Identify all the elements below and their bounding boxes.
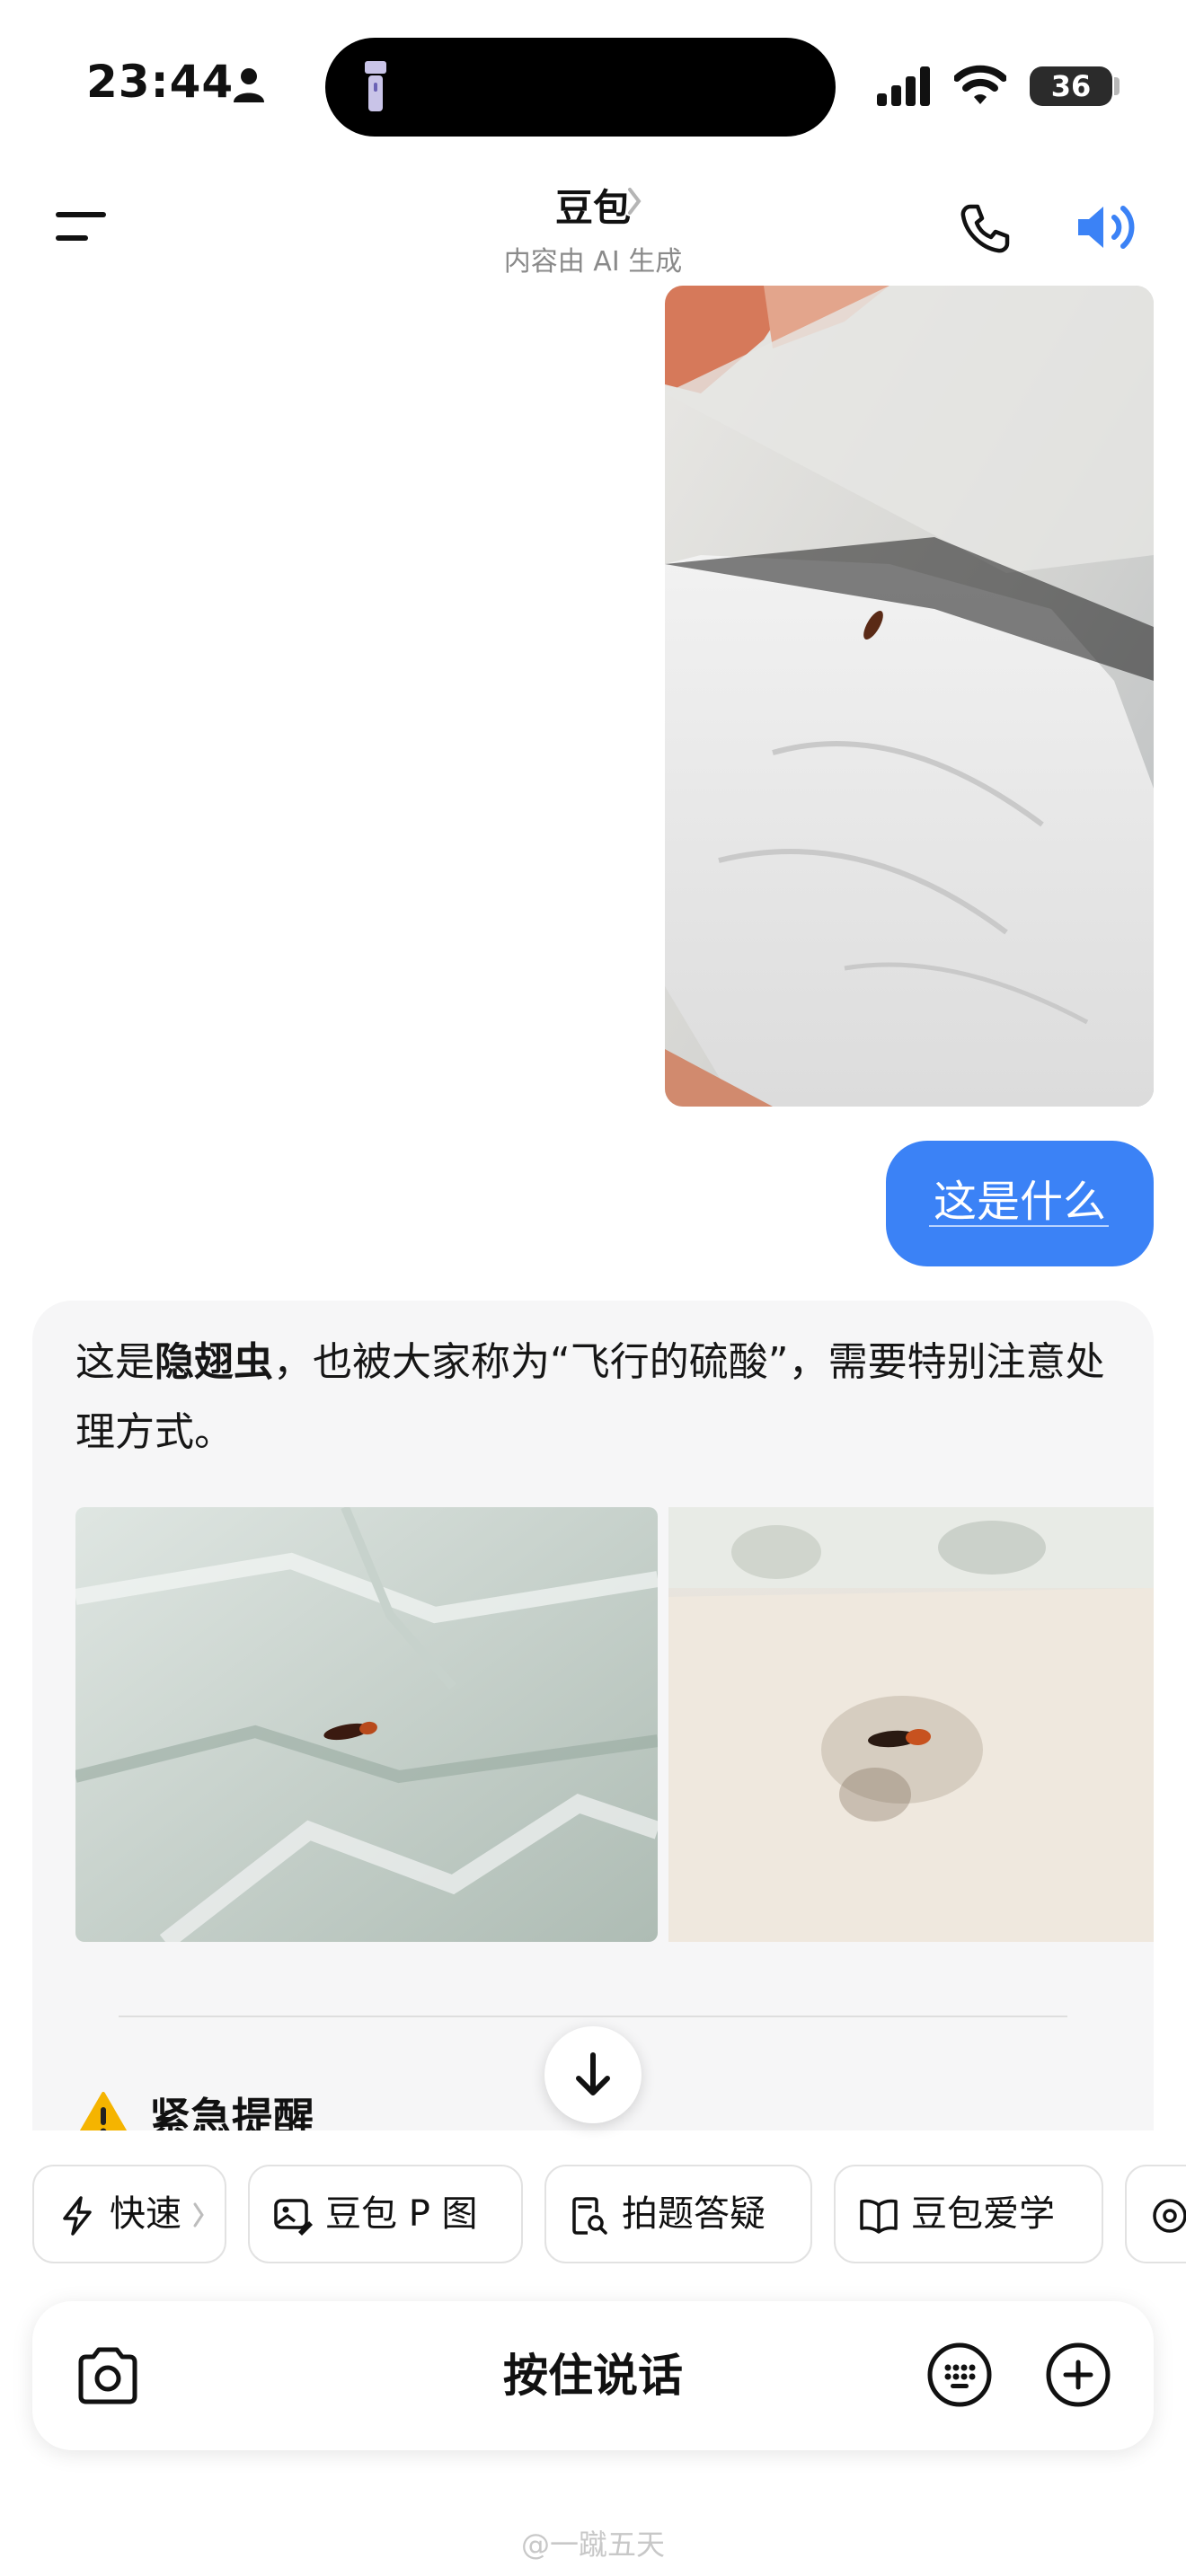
quick-mode-chip[interactable]: 快速 bbox=[32, 2165, 226, 2263]
speaker-icon[interactable] bbox=[1075, 199, 1137, 255]
learn-chip[interactable]: 豆包爱学 bbox=[834, 2165, 1103, 2263]
user-message-text: 这是什么 bbox=[933, 1177, 1106, 1227]
image-edit-chip[interactable]: 豆包 P 图 bbox=[248, 2165, 523, 2263]
ai-reply-text: 这是隐翅虫，也被大家称为“飞行的硫酸”，需要特别注意处理方式。 bbox=[75, 1328, 1118, 1468]
book-icon bbox=[860, 2199, 898, 2234]
battery-nub bbox=[1114, 77, 1120, 95]
battery-level: 36 bbox=[1050, 69, 1092, 103]
camera-icon[interactable] bbox=[74, 2344, 142, 2407]
scroll-down-button[interactable] bbox=[544, 2026, 642, 2123]
user-uploaded-photo[interactable] bbox=[665, 286, 1154, 1107]
plus-icon[interactable] bbox=[1044, 2341, 1112, 2409]
more-action-icon bbox=[1153, 2199, 1186, 2233]
reference-image[interactable] bbox=[75, 1507, 658, 1942]
more-action-chip[interactable] bbox=[1125, 2165, 1186, 2263]
watermark: @一蹴五天 bbox=[520, 2527, 665, 2562]
person-icon bbox=[234, 68, 264, 102]
divider bbox=[119, 2016, 1067, 2017]
chip-label: 豆包 P 图 bbox=[325, 2193, 478, 2235]
lightning-icon bbox=[63, 2196, 92, 2236]
dynamic-island bbox=[325, 38, 836, 137]
ai-reply-prefix: 这是 bbox=[75, 1339, 155, 1385]
keyboard-icon[interactable] bbox=[925, 2341, 994, 2409]
chip-label: 快速 bbox=[110, 2193, 181, 2235]
signal-icon bbox=[877, 66, 930, 106]
photo-question-chip[interactable]: 拍题答疑 bbox=[544, 2165, 812, 2263]
phone-icon[interactable] bbox=[958, 201, 1012, 255]
ai-reply-bold: 隐翅虫 bbox=[155, 1339, 273, 1385]
user-message-underline bbox=[929, 1225, 1109, 1227]
flashlight-icon bbox=[365, 61, 386, 111]
chip-label: 豆包爱学 bbox=[911, 2193, 1055, 2235]
chip-label: 拍题答疑 bbox=[622, 2193, 766, 2235]
status-time: 23:44 bbox=[86, 56, 235, 108]
wifi-icon bbox=[954, 65, 1006, 104]
reference-image[interactable] bbox=[668, 1507, 1154, 1942]
chevron-right-icon[interactable] bbox=[625, 185, 643, 217]
arrow-down-icon bbox=[576, 2052, 610, 2095]
chevron-right-icon bbox=[193, 2202, 204, 2228]
search-doc-icon bbox=[572, 2197, 607, 2235]
image-edit-icon bbox=[274, 2199, 313, 2236]
